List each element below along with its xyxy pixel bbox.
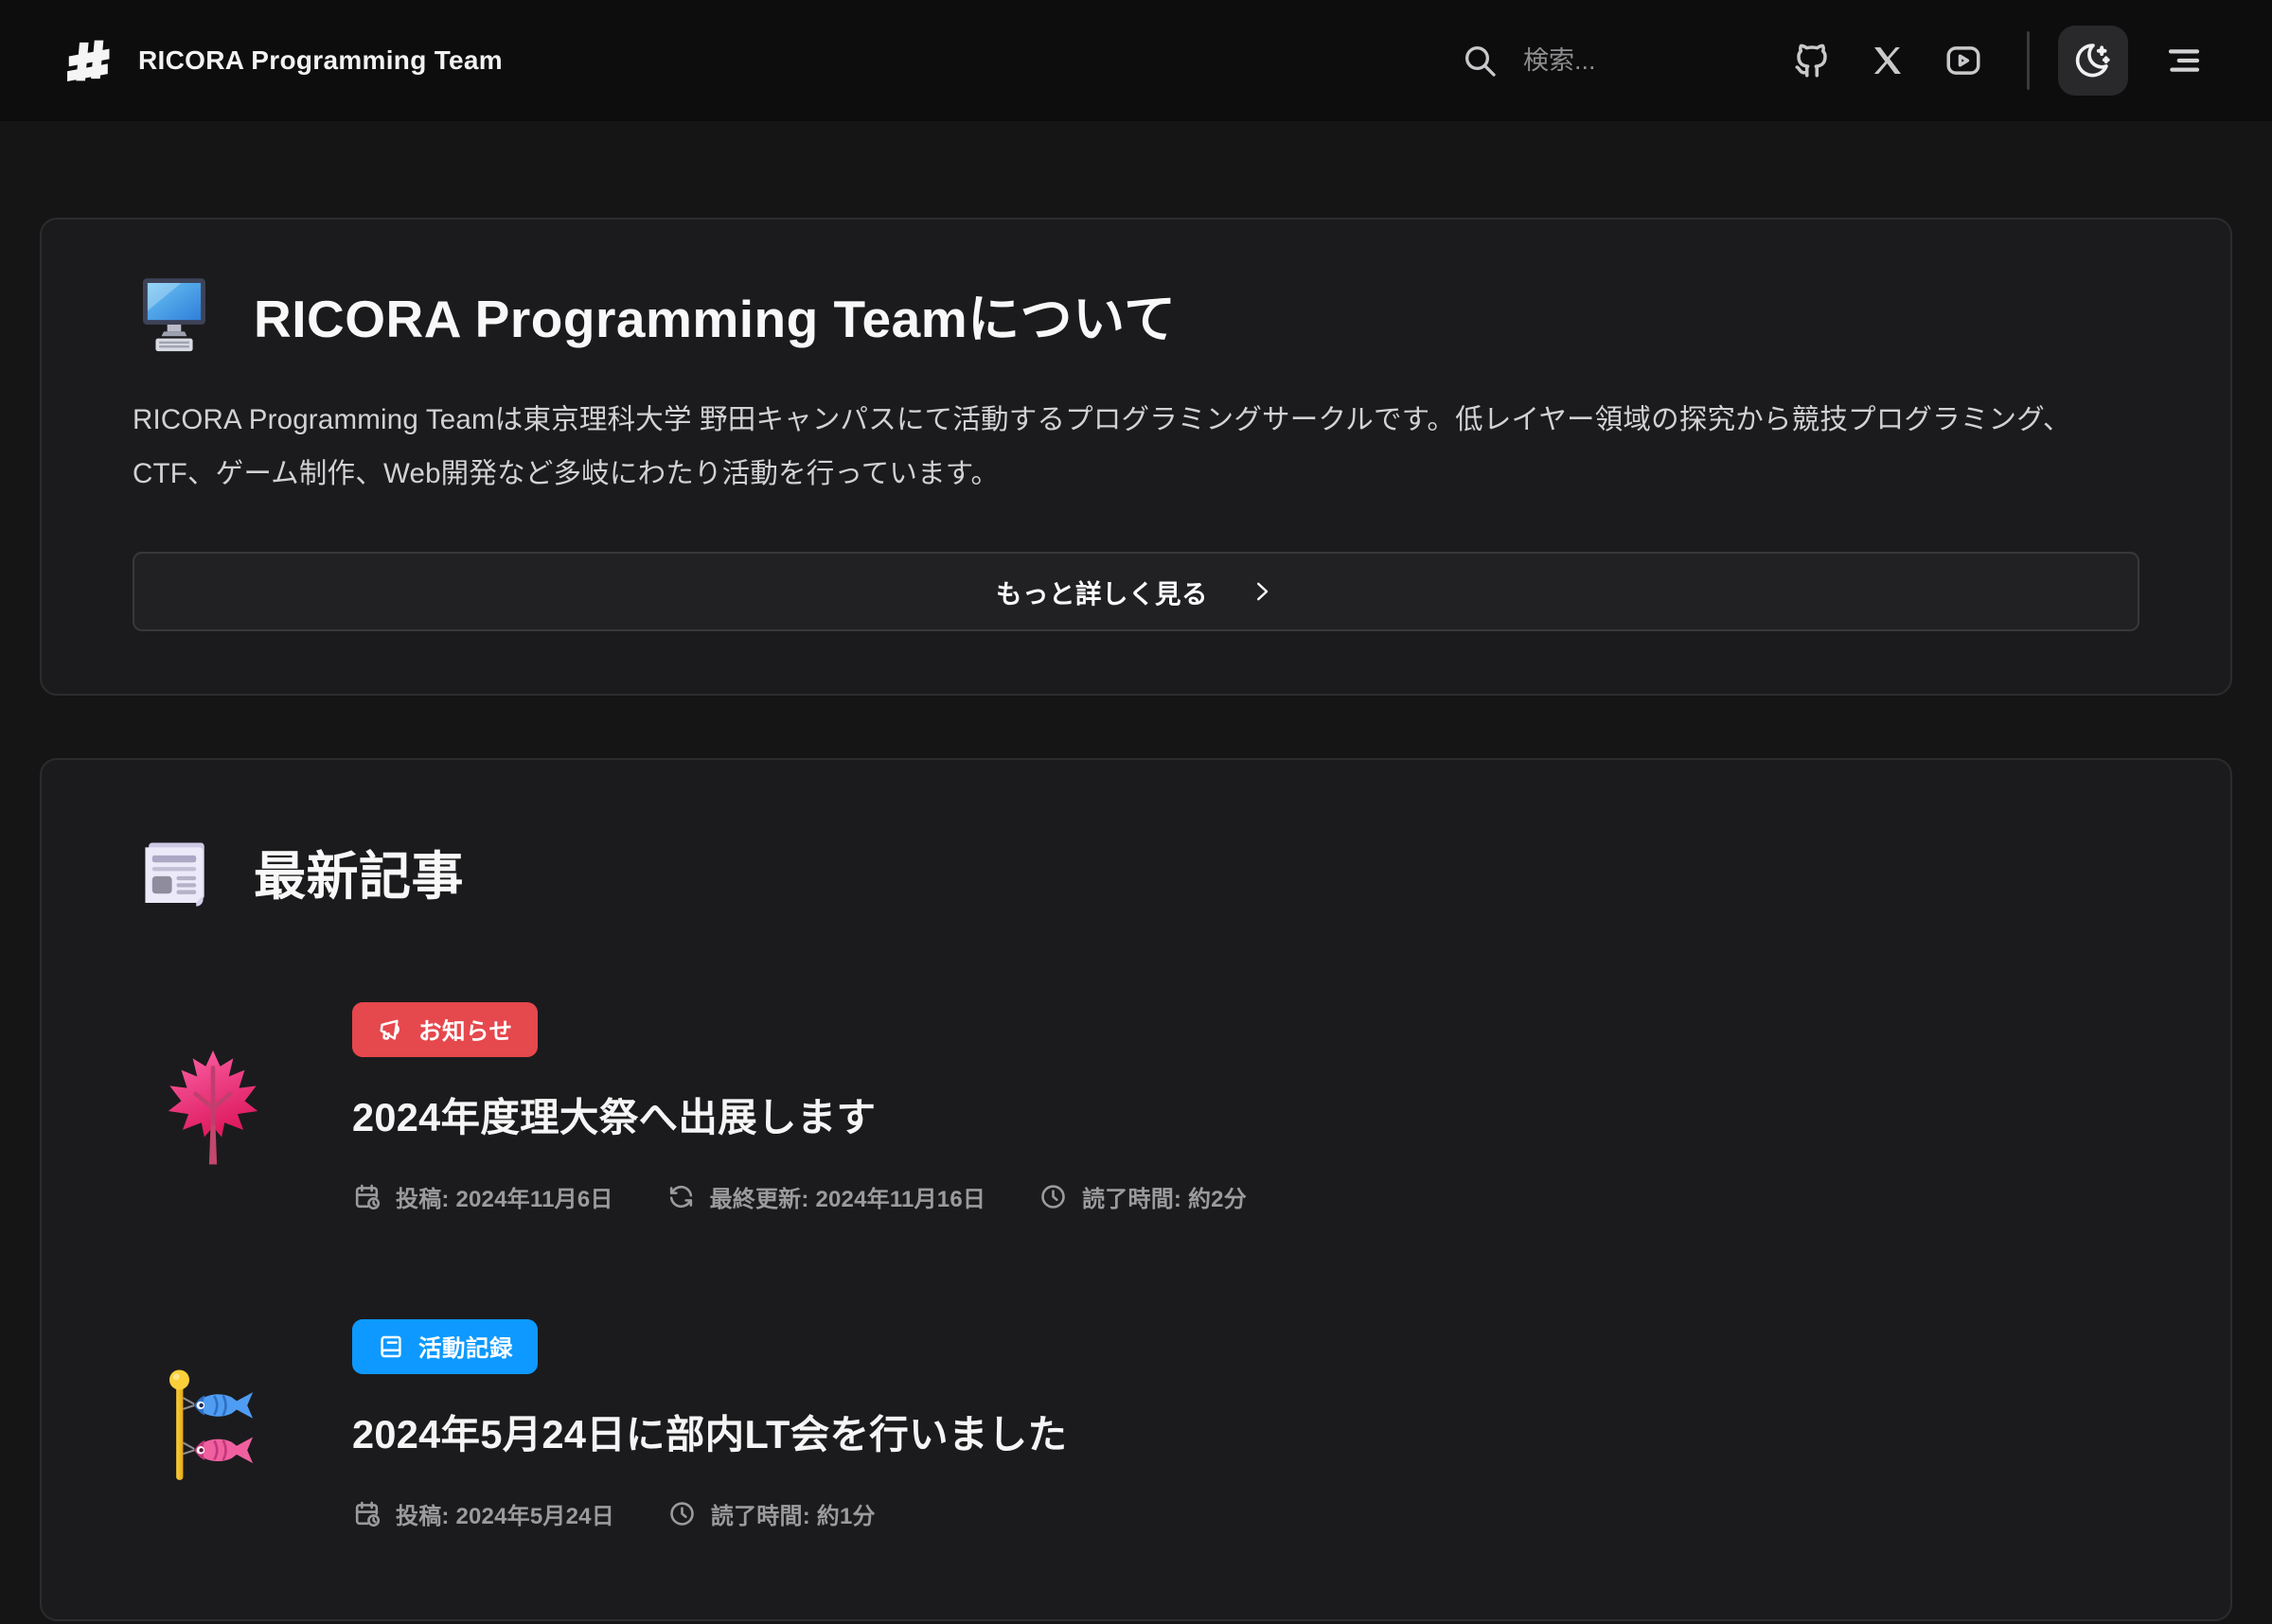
article-1-body: お知らせ 2024年度理大祭へ出展します	[352, 1002, 1247, 1213]
navbar: RICORA Programming Team	[0, 0, 2272, 121]
latest-heading: 最新記事	[133, 830, 2139, 913]
article-2-read-time: 読了時間: 約1分	[667, 1497, 876, 1530]
refresh-icon	[666, 1182, 696, 1211]
page-content: RICORA Programming Teamについて RICORA Progr…	[0, 218, 2272, 1621]
x-icon	[1868, 41, 1908, 80]
megaphone-icon	[377, 1015, 405, 1044]
theme-toggle-button[interactable]	[2058, 26, 2128, 96]
article-2-badge-label: 活動記録	[418, 1331, 513, 1364]
navbar-actions	[1461, 26, 2211, 96]
youtube-link[interactable]	[1936, 33, 1991, 88]
moon-stars-icon	[2072, 40, 2114, 81]
youtube-icon	[1944, 41, 1983, 80]
article-2-body: 活動記録 2024年5月24日に部内LT会を行いました	[352, 1319, 1067, 1530]
about-card: RICORA Programming Teamについて RICORA Progr…	[40, 218, 2232, 696]
article-2-meta: 投稿: 2024年5月24日 読了時間: 約1分	[352, 1497, 876, 1530]
notebook-icon	[377, 1333, 405, 1361]
article-2-emoji-box	[133, 1366, 293, 1485]
x-twitter-link[interactable]	[1860, 33, 1915, 88]
github-icon	[1792, 41, 1832, 80]
desktop-computer-emoji	[133, 273, 216, 356]
chevron-right-icon	[1248, 577, 1276, 606]
article-item-2: 活動記録 2024年5月24日に部内LT会を行いました	[133, 1319, 2139, 1530]
about-description: RICORA Programming Teamは東京理科大学 野田キャンパスにて…	[133, 394, 2139, 501]
article-1-emoji-box	[133, 1048, 293, 1169]
about-title: RICORA Programming Teamについて	[254, 276, 1176, 352]
article-1-posted: 投稿: 2024年11月6日	[352, 1180, 613, 1213]
clock-icon	[1038, 1182, 1068, 1211]
navbar-divider	[2027, 31, 2030, 90]
menu-icon	[2164, 41, 2204, 80]
calendar-icon	[352, 1182, 382, 1211]
article-item-1: お知らせ 2024年度理大祭へ出展します	[133, 1002, 2139, 1213]
article-2-title[interactable]: 2024年5月24日に部内LT会を行いました	[352, 1403, 1067, 1459]
latest-title: 最新記事	[254, 834, 464, 909]
github-link[interactable]	[1784, 33, 1839, 88]
article-1-read-time: 読了時間: 約2分	[1038, 1180, 1247, 1213]
maple-leaf-emoji	[160, 1048, 266, 1169]
search-icon	[1461, 42, 1499, 79]
article-1-title[interactable]: 2024年度理大祭へ出展します	[352, 1086, 876, 1142]
search-input[interactable]	[1523, 46, 1665, 76]
article-1-meta: 投稿: 2024年11月6日 最終更新: 2024年11月16日	[352, 1180, 1247, 1213]
article-1-badge-label: お知らせ	[418, 1014, 513, 1047]
site-title: RICORA Programming Team	[138, 45, 503, 76]
article-2-posted: 投稿: 2024年5月24日	[352, 1497, 614, 1530]
article-1-badge: お知らせ	[352, 1002, 538, 1057]
ricora-sharp-logo-icon	[62, 35, 114, 86]
read-more-button[interactable]: もっと詳しく見る	[133, 552, 2139, 631]
search-box[interactable]	[1461, 42, 1665, 79]
read-more-label: もっと詳しく見る	[996, 573, 1208, 610]
article-list: お知らせ 2024年度理大祭へ出展します	[133, 1002, 2139, 1530]
brand[interactable]: RICORA Programming Team	[62, 35, 503, 86]
about-heading: RICORA Programming Teamについて	[133, 273, 2139, 356]
menu-button[interactable]	[2157, 33, 2211, 88]
clock-icon	[667, 1499, 697, 1528]
latest-articles-card: 最新記事	[40, 758, 2232, 1621]
newspaper-emoji	[133, 830, 216, 913]
calendar-icon	[352, 1499, 382, 1528]
article-1-updated: 最終更新: 2024年11月16日	[666, 1180, 986, 1213]
carp-streamer-emoji	[166, 1366, 260, 1485]
article-2-badge: 活動記録	[352, 1319, 538, 1374]
